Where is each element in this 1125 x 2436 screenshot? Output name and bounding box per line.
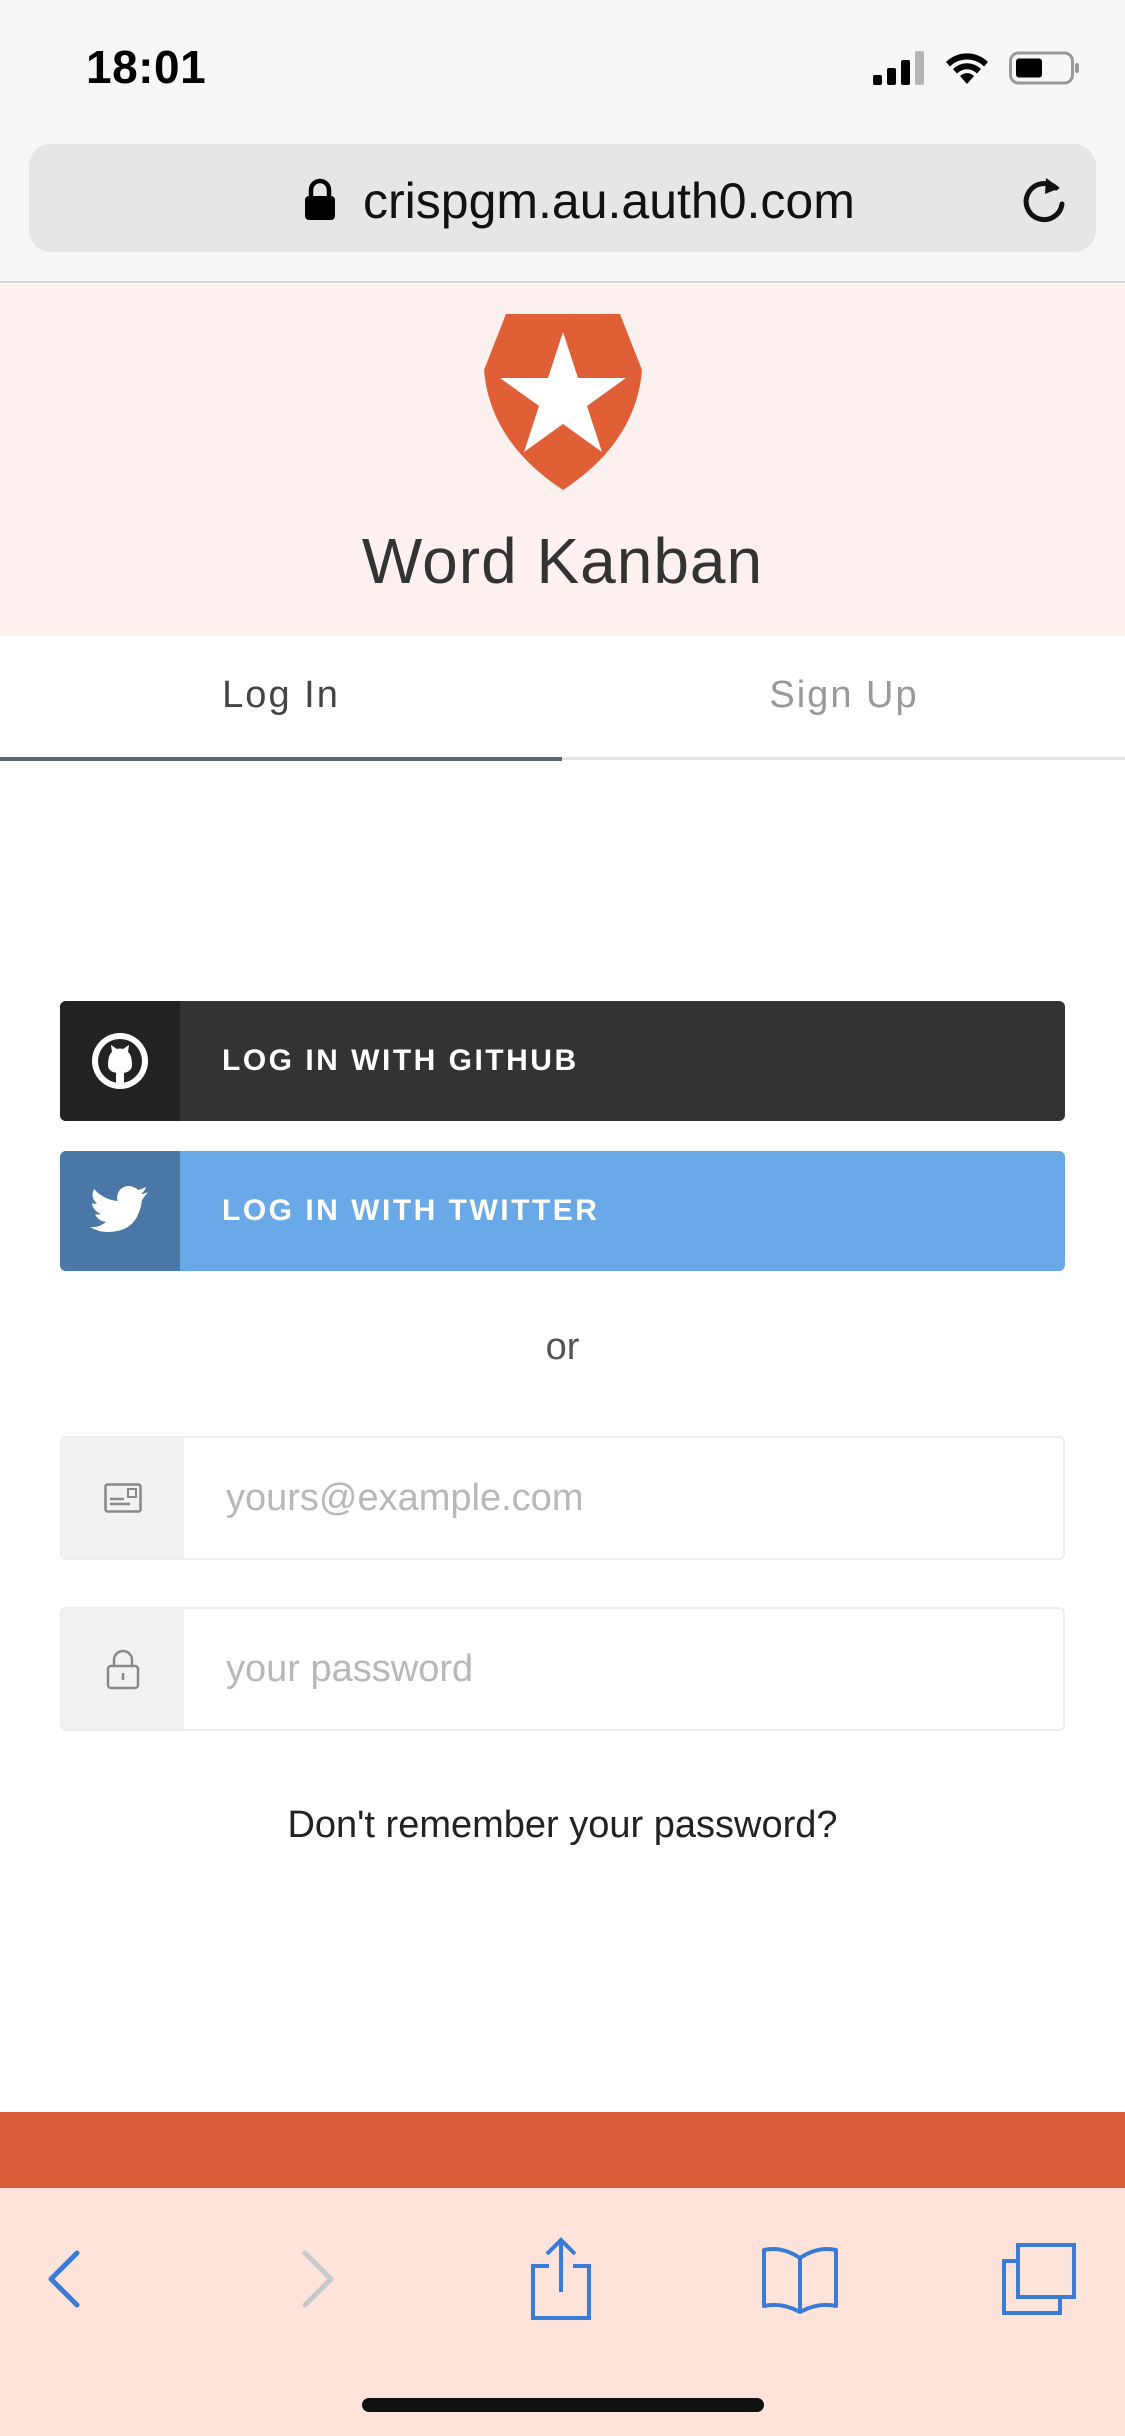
bookmarks-icon <box>762 2247 838 2314</box>
share-button[interactable] <box>516 2234 606 2324</box>
forgot-password-link[interactable]: Don't remember your password? <box>0 1804 1125 1847</box>
password-icon-box <box>62 1609 184 1729</box>
status-bar: 18:01 <box>0 0 1125 140</box>
email-icon <box>104 1483 142 1513</box>
forward-button[interactable] <box>272 2234 362 2324</box>
email-field-group <box>60 1436 1065 1560</box>
tab-signup[interactable]: Sign Up <box>563 636 1125 760</box>
github-icon <box>92 1033 148 1089</box>
twitter-icon-box <box>60 1151 180 1271</box>
lock-icon <box>106 1649 140 1690</box>
github-login-button[interactable]: LOG IN WITH GITHUB <box>60 1001 1065 1121</box>
github-login-label: LOG IN WITH GITHUB <box>222 1044 579 1077</box>
tabs-button[interactable] <box>994 2234 1084 2324</box>
home-indicator[interactable] <box>362 2398 764 2412</box>
back-button[interactable] <box>20 2234 110 2324</box>
address-bar-area: crispgm.au.auth0.com <box>0 140 1125 283</box>
email-input[interactable] <box>186 1438 1062 1558</box>
auth-header: Word Kanban <box>0 284 1125 636</box>
signal-icon <box>873 51 924 85</box>
forward-icon <box>302 2250 334 2308</box>
email-icon-box <box>62 1438 184 1558</box>
auth0-logo <box>484 314 642 490</box>
reload-icon[interactable] <box>1018 172 1070 228</box>
status-time: 18:01 <box>86 41 207 93</box>
github-icon-box <box>60 1001 180 1121</box>
url-text: crispgm.au.auth0.com <box>363 173 855 229</box>
address-bar[interactable]: crispgm.au.auth0.com <box>29 144 1096 252</box>
twitter-login-button[interactable]: LOG IN WITH TWITTER <box>60 1151 1065 1271</box>
tabs-icon <box>1002 2243 1076 2315</box>
twitter-icon <box>90 1186 148 1232</box>
twitter-login-label: LOG IN WITH TWITTER <box>222 1194 600 1227</box>
or-separator: or <box>545 1326 580 1368</box>
app-title: Word Kanban <box>361 525 764 597</box>
back-icon <box>48 2250 80 2308</box>
status-icons <box>873 48 1081 88</box>
tab-login[interactable]: Log In <box>0 636 562 761</box>
share-icon <box>531 2237 591 2320</box>
bookmarks-button[interactable] <box>755 2234 845 2324</box>
password-field-group <box>60 1607 1065 1731</box>
auth-tabs: Log In Sign Up <box>0 636 1125 761</box>
wifi-icon <box>946 53 988 84</box>
lock-icon <box>305 178 335 220</box>
battery-icon <box>1009 51 1079 85</box>
password-input[interactable] <box>186 1609 1062 1729</box>
